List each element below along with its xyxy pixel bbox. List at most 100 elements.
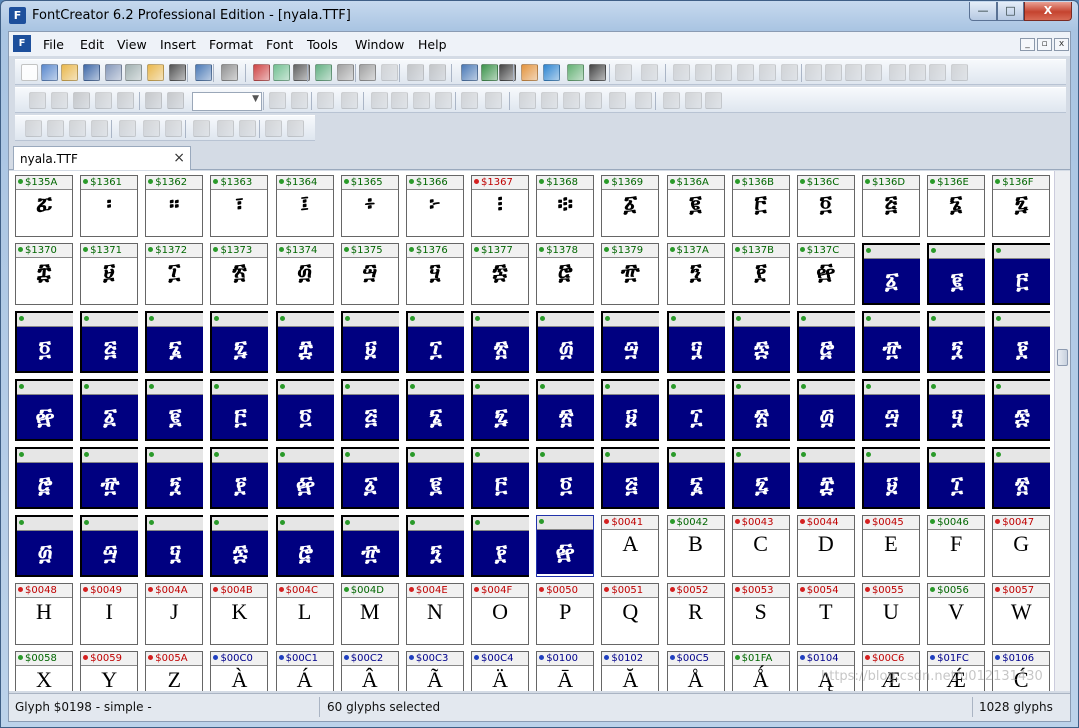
toolbar-button-icon[interactable] (165, 120, 182, 137)
toolbar-button-icon[interactable] (705, 92, 722, 109)
glyph-cell[interactable]: ፻ (992, 311, 1051, 373)
toolbar-button-icon[interactable] (481, 64, 498, 81)
glyph-cell[interactable]: ፲ (405, 311, 464, 373)
glyph-cell[interactable]: ፵ (601, 311, 660, 373)
toolbar-button-icon[interactable] (715, 64, 732, 81)
glyph-cell[interactable]: $0051 Q (601, 583, 660, 645)
glyph-cell[interactable]: $004F O (471, 583, 530, 645)
glyph-cell[interactable]: ፪ (405, 447, 464, 509)
toolbar-button-icon[interactable] (291, 92, 308, 109)
toolbar-button-icon[interactable] (359, 64, 376, 81)
glyph-cell[interactable]: $1379 ፹ (601, 243, 660, 305)
glyph-cell[interactable]: $0048 H (15, 583, 73, 645)
glyph-cell[interactable]: ፬ (536, 447, 595, 509)
zoom-combo[interactable]: ▼ (192, 92, 262, 111)
toolbar-button-icon[interactable] (563, 92, 580, 109)
glyph-cell[interactable]: ፻ (210, 447, 269, 509)
close-tab-icon[interactable]: × (173, 150, 185, 166)
toolbar-button-icon[interactable] (381, 64, 398, 81)
glyph-cell[interactable]: $1367 ፧ (471, 175, 530, 237)
glyph-cell[interactable]: ፭ (601, 447, 660, 509)
glyph-cell[interactable]: ፼ (15, 379, 73, 441)
toolbar-button-icon[interactable] (635, 92, 652, 109)
glyph-cell[interactable]: $0058 X (15, 651, 73, 691)
glyph-cell[interactable]: ፶ (927, 379, 986, 441)
glyph-cell[interactable]: ፺ (927, 311, 986, 373)
toolbar-button-icon[interactable] (589, 64, 606, 81)
glyph-cell[interactable]: ፫ (210, 379, 269, 441)
glyph-cell[interactable]: ፴ (796, 379, 855, 441)
scrollbar-thumb[interactable] (1057, 349, 1068, 366)
toolbar-button-icon[interactable] (889, 64, 906, 81)
glyph-cell[interactable]: $1375 ፵ (340, 243, 399, 305)
menu-edit[interactable]: Edit (80, 37, 104, 52)
glyph-cell[interactable]: $1364 ፤ (275, 175, 334, 237)
glyph-cell[interactable]: ፳ (992, 447, 1051, 509)
glyph-cell[interactable]: ፵ (80, 515, 139, 577)
glyph-cell[interactable]: $0044 D (796, 515, 855, 577)
app-icon[interactable]: F (9, 7, 26, 24)
glyph-cell[interactable]: ፴ (536, 311, 595, 373)
toolbar-button-icon[interactable] (195, 64, 212, 81)
toolbar-button-icon[interactable] (119, 120, 136, 137)
glyph-cell[interactable]: ፶ (145, 515, 204, 577)
menu-format[interactable]: Format (209, 37, 253, 52)
toolbar-button-icon[interactable] (825, 64, 842, 81)
menu-font[interactable]: Font (266, 37, 293, 52)
glyph-cell[interactable]: ፸ (796, 311, 855, 373)
glyph-cell[interactable]: ፳ (471, 311, 530, 373)
toolbar-button-icon[interactable] (543, 64, 560, 81)
glyph-cell[interactable]: ፲ (927, 447, 986, 509)
glyph-cell[interactable]: $135A ፚ (15, 175, 73, 237)
glyph-cell[interactable]: ፪ (145, 379, 204, 441)
glyph-cell[interactable]: $1377 ፷ (471, 243, 530, 305)
toolbar-button-icon[interactable] (567, 64, 584, 81)
glyph-cell[interactable]: $1363 ፣ (210, 175, 269, 237)
toolbar-button-icon[interactable] (117, 92, 134, 109)
glyph-cell[interactable]: ፸ (15, 447, 73, 509)
glyph-cell[interactable]: $136F ፯ (992, 175, 1051, 237)
toolbar-button-icon[interactable] (673, 64, 690, 81)
glyph-cell[interactable]: $00C0 À (210, 651, 269, 691)
glyph-cell[interactable]: ፫ (992, 243, 1051, 305)
toolbar-button-icon[interactable] (413, 92, 430, 109)
toolbar-button-icon[interactable] (83, 64, 100, 81)
toolbar-button-icon[interactable] (73, 92, 90, 109)
toolbar-button-icon[interactable] (341, 92, 358, 109)
toolbar-button-icon[interactable] (695, 64, 712, 81)
toolbar-button-icon[interactable] (91, 120, 108, 137)
toolbar-button-icon[interactable] (105, 64, 122, 81)
toolbar-button-icon[interactable] (145, 92, 162, 109)
toolbar-button-icon[interactable] (239, 120, 256, 137)
glyph-cell[interactable]: $1372 ፲ (145, 243, 204, 305)
glyph-cell[interactable]: $136A ፪ (666, 175, 725, 237)
toolbar-button-icon[interactable] (193, 120, 210, 137)
glyph-cell[interactable]: $00C2 Â (340, 651, 399, 691)
glyph-cell[interactable]: ፹ (340, 515, 399, 577)
toolbar-button-icon[interactable] (805, 64, 822, 81)
toolbar-button-icon[interactable] (759, 64, 776, 81)
glyph-cell[interactable]: $0050 P (536, 583, 595, 645)
glyph-cell[interactable]: ፵ (861, 379, 920, 441)
toolbar-button-icon[interactable] (125, 64, 142, 81)
toolbar-button-icon[interactable] (391, 92, 408, 109)
toolbar-button-icon[interactable] (519, 92, 536, 109)
glyph-cell[interactable]: ፷ (992, 379, 1051, 441)
toolbar-button-icon[interactable] (315, 64, 332, 81)
glyph-cell[interactable]: $0049 I (80, 583, 139, 645)
toolbar-button-icon[interactable] (217, 120, 234, 137)
glyph-cell[interactable]: ፰ (796, 447, 855, 509)
glyph-cell[interactable]: ፹ (861, 311, 920, 373)
toolbar-button-icon[interactable] (609, 92, 626, 109)
glyph-cell[interactable]: ፸ (275, 515, 334, 577)
maximize-button[interactable]: □ (997, 2, 1024, 21)
glyph-cell[interactable]: $0045 E (861, 515, 920, 577)
glyph-cell[interactable]: ፬ (15, 311, 73, 373)
glyph-cell[interactable]: ፪ (927, 243, 986, 305)
glyph-cell[interactable]: $1361 ፡ (80, 175, 139, 237)
glyph-cell[interactable]: ፳ (731, 379, 790, 441)
glyph-cell[interactable]: $0059 Y (80, 651, 139, 691)
glyph-cell[interactable]: $0102 Ă (601, 651, 660, 691)
mdi-restore-button[interactable]: ▫ (1037, 38, 1052, 51)
toolbar-button-icon[interactable] (169, 64, 186, 81)
